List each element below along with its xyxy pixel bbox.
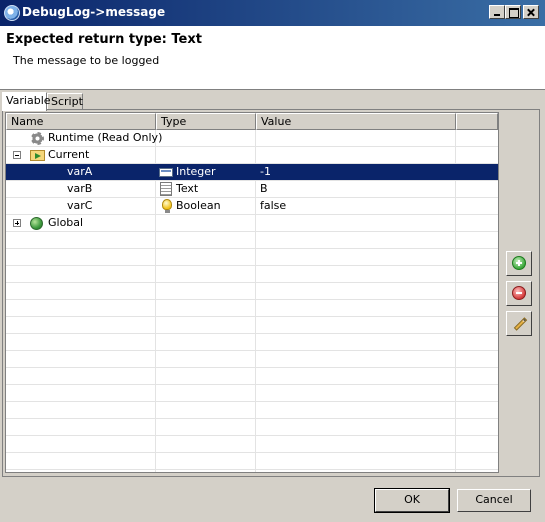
empty-row bbox=[6, 402, 498, 419]
close-button[interactable] bbox=[523, 5, 539, 19]
expected-return-type-heading: Expected return type: Text bbox=[6, 32, 202, 47]
ok-button[interactable]: OK bbox=[374, 488, 450, 513]
expand-toggle-icon[interactable] bbox=[13, 219, 21, 227]
column-header-type[interactable]: Type bbox=[156, 113, 256, 130]
description-text: The message to be logged bbox=[13, 54, 160, 67]
row-type: Boolean bbox=[176, 199, 221, 212]
empty-row bbox=[6, 419, 498, 436]
empty-row bbox=[6, 266, 498, 283]
remove-variable-button[interactable] bbox=[506, 281, 532, 306]
tree-row-varc[interactable]: varC Boolean false bbox=[6, 198, 498, 215]
row-type: Text bbox=[176, 182, 199, 195]
add-variable-button[interactable] bbox=[506, 251, 532, 276]
empty-row bbox=[6, 385, 498, 402]
text-icon bbox=[160, 182, 172, 196]
edit-variable-button[interactable] bbox=[506, 311, 532, 336]
column-header-value[interactable]: Value bbox=[256, 113, 456, 130]
cancel-button[interactable]: Cancel bbox=[457, 489, 531, 512]
empty-row bbox=[6, 351, 498, 368]
row-value: false bbox=[260, 199, 287, 212]
gear-icon bbox=[31, 132, 44, 145]
dialog-header: Expected return type: Text The message t… bbox=[0, 26, 545, 90]
row-name: Current bbox=[48, 148, 90, 161]
empty-row bbox=[6, 453, 498, 470]
app-icon bbox=[4, 5, 20, 21]
integer-icon bbox=[159, 168, 173, 177]
row-value: -1 bbox=[260, 165, 271, 178]
row-name: varB bbox=[67, 182, 93, 195]
tree-row-varb[interactable]: varB Text B bbox=[6, 181, 498, 198]
empty-row bbox=[6, 334, 498, 351]
window-title: DebugLog->message bbox=[22, 5, 166, 19]
empty-row bbox=[6, 436, 498, 453]
add-icon bbox=[512, 256, 526, 270]
empty-row bbox=[6, 249, 498, 266]
row-value: B bbox=[260, 182, 268, 195]
tab-script[interactable]: Script bbox=[47, 93, 83, 110]
variable-tree-table[interactable]: Name Type Value Runtime (Read Only) Curr… bbox=[5, 112, 499, 473]
empty-row bbox=[6, 300, 498, 317]
column-header-name[interactable]: Name bbox=[6, 113, 156, 130]
tree-row-global[interactable]: Global bbox=[6, 215, 498, 232]
folder-icon bbox=[30, 150, 45, 161]
minimize-button[interactable] bbox=[489, 5, 505, 19]
row-type: Integer bbox=[176, 165, 216, 178]
tree-row-runtime[interactable]: Runtime (Read Only) bbox=[6, 130, 498, 147]
column-header-filler bbox=[456, 113, 498, 130]
maximize-button[interactable] bbox=[505, 5, 521, 19]
empty-row bbox=[6, 368, 498, 385]
row-name: varA bbox=[67, 165, 93, 178]
empty-row bbox=[6, 283, 498, 300]
row-name: varC bbox=[67, 199, 93, 212]
collapse-toggle-icon[interactable] bbox=[13, 151, 21, 159]
row-name: Runtime (Read Only) bbox=[48, 131, 163, 144]
tree-row-current[interactable]: Current bbox=[6, 147, 498, 164]
globe-icon bbox=[30, 217, 43, 230]
empty-row bbox=[6, 317, 498, 334]
tree-row-vara[interactable]: varA Integer -1 bbox=[6, 164, 498, 181]
remove-icon bbox=[512, 286, 526, 300]
empty-row bbox=[6, 232, 498, 249]
row-name: Global bbox=[48, 216, 84, 229]
edit-icon bbox=[512, 316, 526, 330]
boolean-icon bbox=[162, 199, 172, 213]
tab-variable[interactable]: Variable bbox=[2, 92, 51, 111]
title-bar[interactable]: DebugLog->message bbox=[0, 0, 545, 26]
